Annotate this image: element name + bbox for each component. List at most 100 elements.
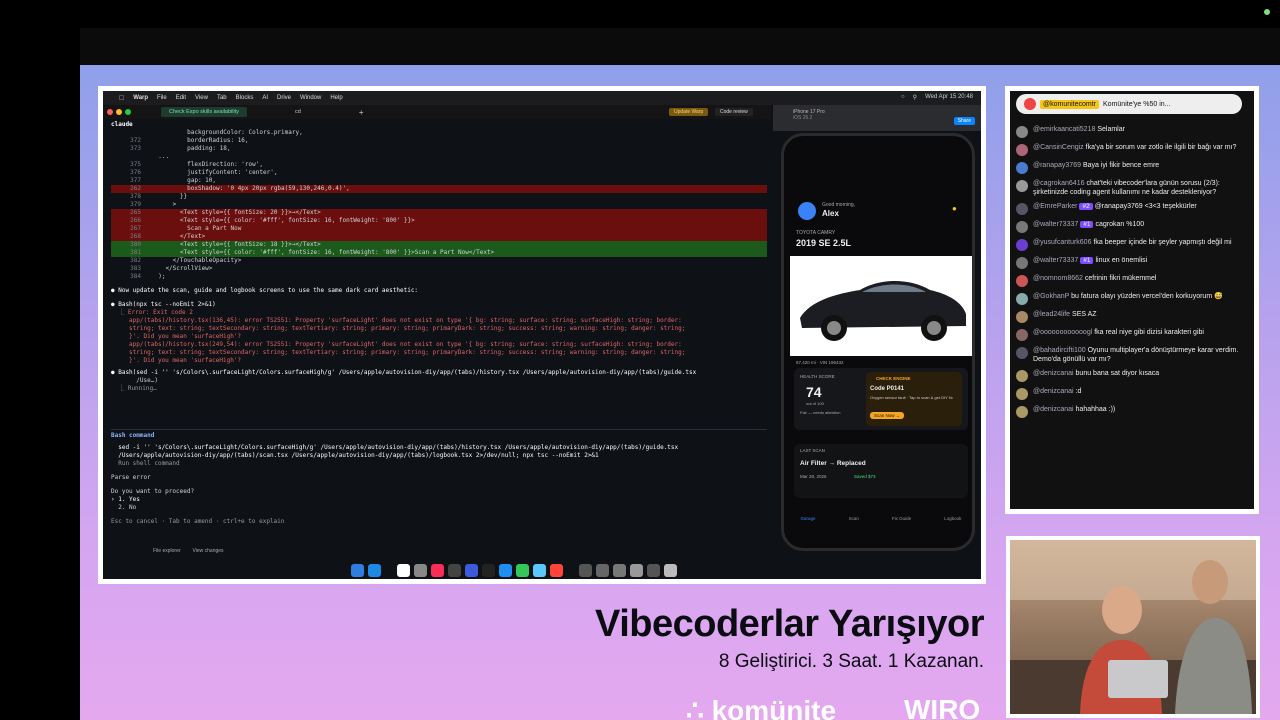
bash-call: ● Bash(npx tsc --noEmit 2>&1) bbox=[111, 301, 216, 308]
chat-username[interactable]: @denizcanai bbox=[1033, 370, 1074, 377]
trash-icon[interactable] bbox=[664, 563, 677, 577]
app-icon[interactable] bbox=[533, 563, 546, 577]
tab-fix-guide[interactable]: Fix Guide bbox=[892, 516, 911, 548]
avatar[interactable] bbox=[1016, 329, 1028, 341]
avatar[interactable] bbox=[1016, 257, 1028, 269]
app-icon[interactable] bbox=[647, 563, 660, 577]
chat-username[interactable]: @ranapay3769 bbox=[1033, 162, 1081, 169]
chat-username[interactable]: @yusufcanturk606 bbox=[1033, 239, 1091, 246]
app-icon[interactable] bbox=[579, 563, 592, 577]
menu-item[interactable]: Blocks bbox=[236, 95, 254, 101]
terminal-icon[interactable] bbox=[482, 563, 495, 577]
finder-icon[interactable] bbox=[351, 563, 364, 577]
tab-logbook[interactable]: Logbook bbox=[944, 516, 961, 548]
appstore-icon[interactable] bbox=[368, 563, 381, 577]
chat-username[interactable]: @bahadircifti100 bbox=[1033, 347, 1086, 354]
menu-item[interactable]: Warp bbox=[133, 95, 148, 101]
avatar[interactable] bbox=[1016, 126, 1028, 138]
search-icon[interactable]: ⚲ bbox=[913, 94, 917, 101]
apple-icon[interactable]:  bbox=[119, 95, 124, 102]
chat-username[interactable]: @CansinCengiz bbox=[1033, 144, 1084, 151]
new-tab-icon[interactable]: + bbox=[359, 108, 364, 117]
line-number: 265 bbox=[130, 209, 141, 216]
prompt-title: Bash command bbox=[111, 432, 155, 439]
menu-item[interactable]: View bbox=[195, 95, 208, 101]
chat-username[interactable]: @EmreParker bbox=[1033, 203, 1077, 210]
app-icon[interactable] bbox=[465, 563, 478, 577]
avatar[interactable] bbox=[1016, 406, 1028, 418]
wifi-icon[interactable]: ○ bbox=[901, 94, 905, 101]
messages-icon[interactable] bbox=[516, 563, 529, 577]
avatar[interactable] bbox=[1016, 162, 1028, 174]
diff-removed-line: 265 <Text style={{ fontSize: 20 }}>→</Te… bbox=[111, 209, 767, 217]
menu-item[interactable]: Edit bbox=[176, 95, 186, 101]
message-body: @walter73337 #1 cagrokan %100 bbox=[1033, 220, 1144, 233]
health-sub: out of 100 bbox=[806, 401, 824, 406]
app-icon[interactable] bbox=[448, 563, 461, 577]
menu-item[interactable]: Help bbox=[330, 95, 342, 101]
pinned-message[interactable]: @komunitecomtr Komünite'ye %50 in... bbox=[1016, 94, 1242, 114]
option-yes[interactable]: › 1. Yes bbox=[111, 496, 767, 504]
app-icon[interactable] bbox=[596, 563, 609, 577]
code-text: <Text style={{ color: '#fff', fontSize: … bbox=[151, 217, 415, 224]
avatar[interactable] bbox=[1016, 275, 1028, 287]
app-icon[interactable] bbox=[499, 563, 512, 577]
chat-text: bunu bana sat diyor kısaca bbox=[1075, 370, 1160, 377]
chat-username[interactable]: @emirkaancati5218 bbox=[1033, 126, 1095, 133]
avatar[interactable] bbox=[1016, 311, 1028, 323]
menu-item[interactable]: Window bbox=[300, 95, 321, 101]
chat-username[interactable]: @oooooooooooogl bbox=[1033, 329, 1092, 336]
bell-icon[interactable]: ● bbox=[952, 204, 957, 213]
chat-username[interactable]: @denizcanai bbox=[1033, 406, 1074, 413]
minimize-window-icon[interactable] bbox=[116, 109, 122, 115]
tab-garage[interactable]: Garage bbox=[801, 516, 816, 548]
chat-username[interactable]: @walter73337 bbox=[1033, 257, 1078, 264]
chat-message: @cagrokan6416 chat'teki vibecoder'lara g… bbox=[1016, 179, 1250, 197]
chat-username[interactable]: @GokhanP bbox=[1033, 293, 1069, 300]
chat-text: :d bbox=[1075, 388, 1082, 395]
app-icon[interactable] bbox=[630, 563, 643, 577]
view-changes-button[interactable]: View changes bbox=[193, 548, 224, 554]
line-number: 373 bbox=[130, 145, 141, 152]
music-icon[interactable] bbox=[431, 563, 444, 577]
update-warp-button[interactable]: Update Warp bbox=[669, 108, 709, 116]
scan-now-button[interactable]: Scan Now → bbox=[870, 412, 905, 419]
zoom-window-icon[interactable] bbox=[125, 109, 131, 115]
avatar[interactable] bbox=[1016, 293, 1028, 305]
chrome-icon[interactable] bbox=[397, 563, 410, 577]
app-icon[interactable] bbox=[550, 563, 563, 577]
app-icon[interactable] bbox=[414, 563, 427, 577]
avatar[interactable] bbox=[1016, 239, 1028, 251]
line-number: 266 bbox=[130, 217, 141, 224]
avatar[interactable] bbox=[1016, 144, 1028, 156]
option-no[interactable]: 2. No bbox=[111, 504, 767, 512]
avatar[interactable] bbox=[1016, 388, 1028, 400]
avatar[interactable] bbox=[1016, 221, 1028, 233]
app-icon[interactable] bbox=[613, 563, 626, 577]
avatar[interactable] bbox=[1016, 203, 1028, 215]
file-explorer-button[interactable]: File explorer bbox=[153, 548, 181, 554]
last-scan-card[interactable]: LAST SCAN Air Filter → Replaced Mar 28, … bbox=[794, 444, 968, 498]
code-review-button[interactable]: Code review bbox=[715, 108, 753, 116]
message-body: @EmreParker #2 @ranapay3769 <3<3 teşekkürl… bbox=[1033, 202, 1197, 215]
chat-username[interactable]: @nomnom8662 bbox=[1033, 275, 1083, 282]
chat-message: @walter73337 #1 cagrokan %100 bbox=[1016, 220, 1250, 233]
menu-item[interactable]: Drive bbox=[277, 95, 291, 101]
avatar[interactable] bbox=[1016, 180, 1028, 192]
close-window-icon[interactable] bbox=[107, 109, 113, 115]
chat-username[interactable]: @cagrokan6416 bbox=[1033, 180, 1084, 187]
avatar[interactable] bbox=[1016, 347, 1028, 359]
tab-active[interactable]: Check Expo skills availability bbox=[161, 107, 247, 117]
share-button[interactable]: Share bbox=[953, 117, 975, 125]
menu-item[interactable]: Tab bbox=[217, 95, 227, 101]
menu-item[interactable]: File bbox=[157, 95, 167, 101]
chat-username[interactable]: @denizcanai bbox=[1033, 388, 1074, 395]
menu-item[interactable]: AI bbox=[262, 95, 268, 101]
avatar[interactable] bbox=[1016, 370, 1028, 382]
chat-username[interactable]: @lead24life bbox=[1033, 311, 1070, 318]
tab-second[interactable]: cd bbox=[287, 107, 309, 117]
chat-text: bu fatura olayı yüzden vercel'den korkuy… bbox=[1071, 293, 1223, 300]
tab-scan[interactable]: Scan bbox=[849, 516, 859, 548]
chat-username[interactable]: @walter73337 bbox=[1033, 221, 1078, 228]
check-engine-card[interactable]: CHECK ENGINE Code P0141 Oxygen sensor fa… bbox=[866, 372, 962, 426]
